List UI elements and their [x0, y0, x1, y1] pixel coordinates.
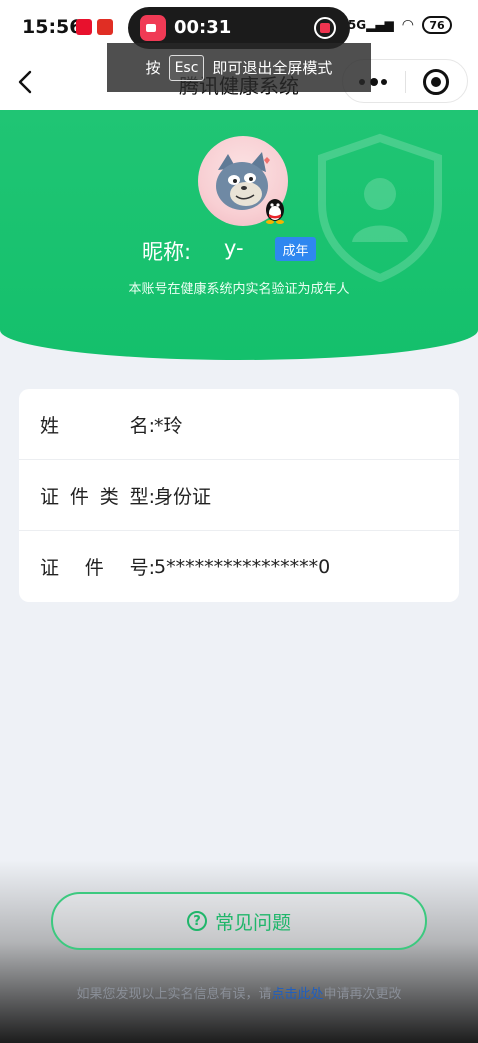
signal-icon: 5G▂▄▆	[347, 18, 394, 32]
id-number-label-char: 件	[84, 557, 104, 579]
age-badge: 成年	[275, 237, 316, 261]
verification-note: 本账号在健康系统内实名验证为成年人	[128, 282, 350, 297]
name-value: *玲	[154, 414, 183, 437]
correction-link[interactable]: 点击此处	[271, 987, 323, 1002]
pinduoduo-app-icon	[97, 19, 113, 35]
id-type-value: 身份证	[154, 485, 212, 508]
id-type-label-char: 型:	[129, 485, 155, 508]
info-row-name: 姓 名: *玲	[19, 389, 459, 460]
help-circle-icon: ?	[186, 911, 207, 931]
stop-recording-icon[interactable]	[314, 17, 336, 39]
capsule-divider	[405, 71, 406, 93]
id-number-label: 证 件 号:	[40, 553, 155, 580]
id-number-value: 5****************0	[154, 555, 331, 578]
tmall-app-icon	[76, 19, 92, 35]
id-type-label-char: 证	[40, 485, 60, 508]
id-number-label-char: 证	[40, 557, 60, 579]
status-time: 15:56	[22, 16, 83, 38]
name-label-char: 名:	[129, 414, 155, 437]
signal-label: 5G	[347, 18, 367, 32]
id-type-label: 证 件 类 型:	[40, 482, 155, 509]
id-type-label-char: 类	[99, 485, 119, 508]
name-label: 姓 名:	[40, 411, 155, 438]
correction-note: 如果您发现以上实名信息有误，请点击此处申请再次更改	[0, 983, 478, 1002]
bottom-gradient	[0, 860, 478, 1043]
correction-note-suffix: 申请再次更改	[323, 987, 402, 1002]
status-indicators: 5G▂▄▆ ◠ 76	[348, 16, 452, 34]
qq-penguin-icon	[266, 199, 284, 224]
identity-info-card: 姓 名: *玲 证 件 类 型: 身份证 证 件 号: 5***********…	[19, 389, 459, 602]
esc-tip-prefix: 按	[145, 59, 161, 77]
video-camera-icon	[140, 15, 166, 41]
nickname-value: y-	[224, 236, 244, 260]
fullscreen-exit-tip: 按 Esc 即可退出全屏模式	[107, 43, 371, 92]
battery-icon: 76	[422, 16, 452, 34]
recording-elapsed: 00:31	[174, 17, 232, 38]
shield-icon	[318, 133, 442, 282]
info-row-id-type: 证 件 类 型: 身份证	[19, 460, 459, 531]
name-label-char: 姓	[40, 414, 60, 437]
faq-button[interactable]: ? 常见问题	[51, 892, 427, 950]
faq-label: 常见问题	[214, 911, 291, 934]
correction-note-prefix: 如果您发现以上实名信息有误，请	[76, 987, 272, 1002]
id-type-label-char: 件	[69, 485, 89, 508]
esc-key: Esc	[168, 54, 205, 81]
id-number-label-char: 号:	[129, 557, 155, 579]
info-row-id-number: 证 件 号: 5****************0	[19, 531, 459, 602]
wifi-icon: ◠	[401, 17, 414, 33]
close-miniprogram-icon[interactable]	[423, 69, 449, 95]
nickname-label: 昵称:	[142, 240, 192, 264]
profile-header: 昵称: y- 成年 本账号在健康系统内实名验证为成年人	[0, 110, 478, 360]
esc-tip-suffix: 即可退出全屏模式	[212, 59, 333, 77]
